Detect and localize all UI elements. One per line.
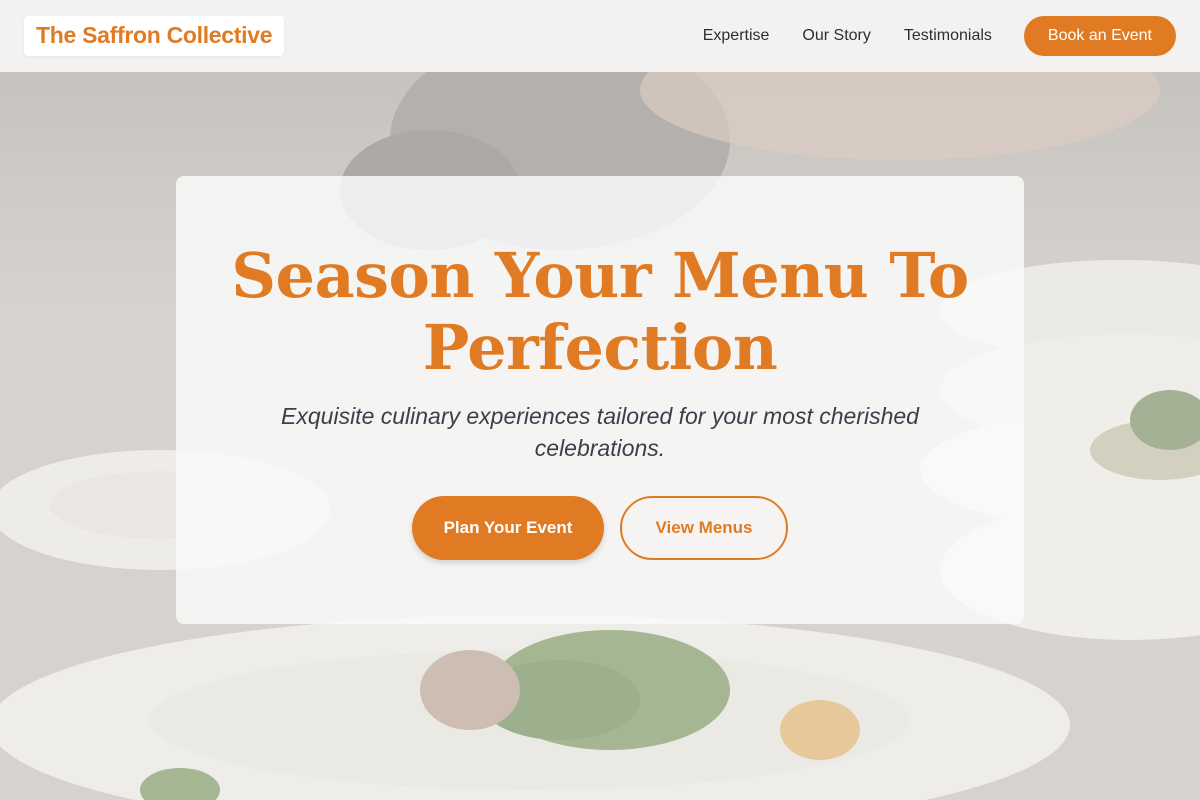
hero-title: Season Your Menu To Perfection [176, 240, 1024, 384]
nav-link-expertise[interactable]: Expertise [703, 27, 770, 45]
hero-title-line-1: Season Your Menu To [231, 239, 969, 312]
view-menus-button[interactable]: View Menus [620, 496, 788, 560]
hero-title-line-2: Perfection [422, 311, 778, 384]
plan-event-button[interactable]: Plan Your Event [412, 496, 604, 560]
top-navbar: The Saffron Collective Expertise Our Sto… [0, 0, 1200, 72]
hero-actions: Plan Your Event View Menus [176, 496, 1024, 560]
main-nav: Expertise Our Story Testimonials Book an… [703, 16, 1176, 56]
brand-logo[interactable]: The Saffron Collective [24, 16, 285, 56]
nav-link-our-story[interactable]: Our Story [802, 27, 870, 45]
book-event-button[interactable]: Book an Event [1023, 16, 1176, 56]
hero-subtitle: Exquisite culinary experiences tailored … [281, 403, 919, 461]
nav-link-testimonials[interactable]: Testimonials [904, 27, 992, 45]
hero-card: Season Your Menu To Perfection Exquisite… [176, 176, 1024, 624]
